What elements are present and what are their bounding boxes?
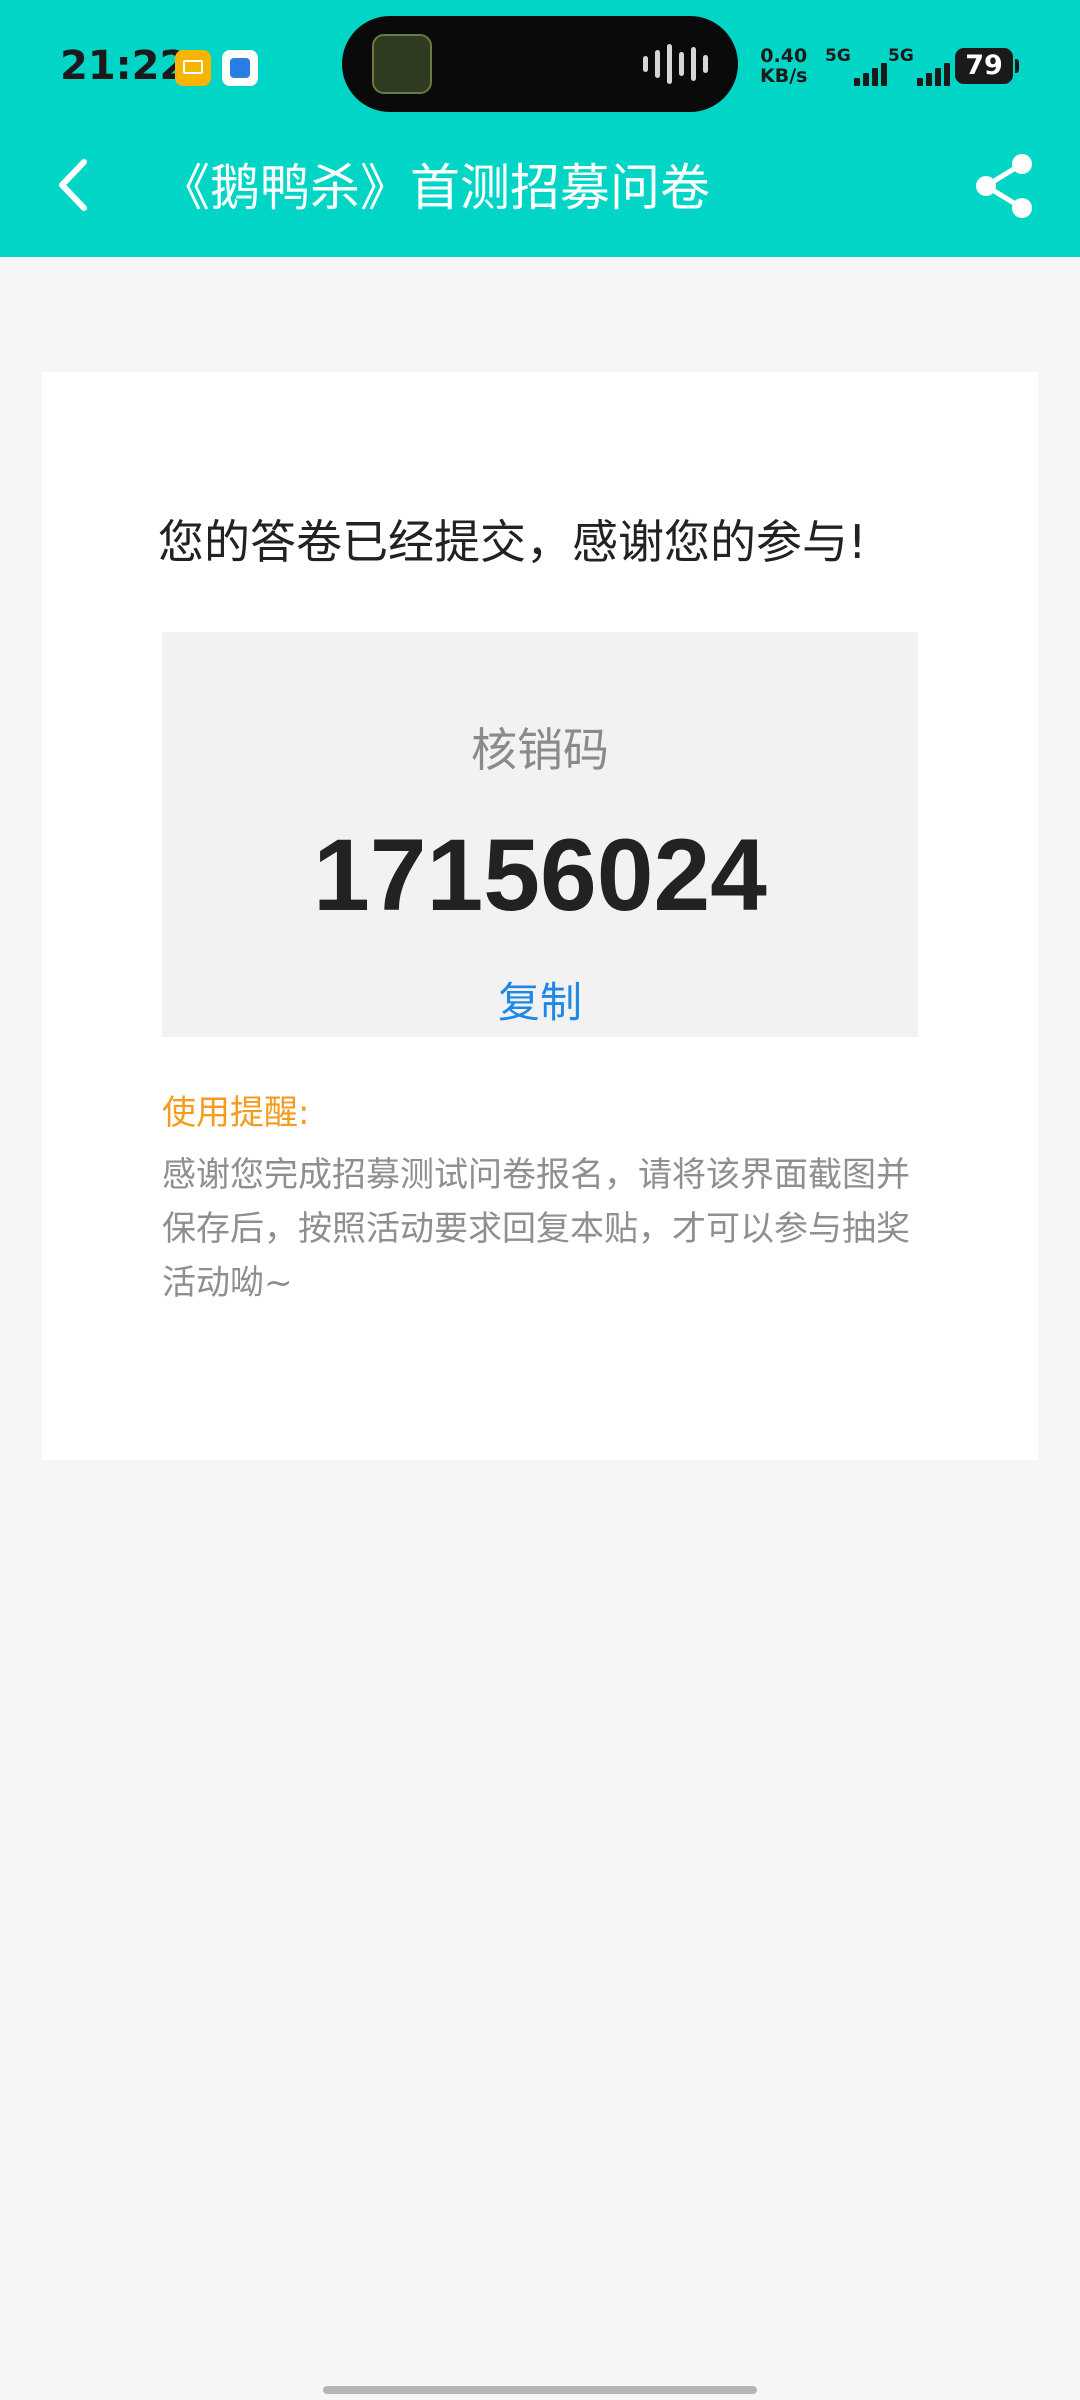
share-button[interactable]: [970, 150, 1040, 222]
submission-success-message: 您的答卷已经提交，感谢您的参与!: [158, 515, 867, 569]
sim2-signal-icon: 5G: [888, 46, 950, 86]
share-icon: [976, 154, 1032, 218]
media-thumbnail: [372, 34, 432, 94]
dynamic-island[interactable]: [342, 16, 738, 112]
status-time: 21:22: [60, 43, 188, 89]
network-speed-unit: KB/s: [760, 65, 808, 87]
app-notification-icon: [222, 50, 258, 86]
network-speed: 0.40 KB/s: [760, 46, 807, 86]
chevron-left-icon: [59, 159, 87, 211]
redemption-code-value: 17156024: [313, 818, 767, 932]
back-button[interactable]: [40, 150, 110, 220]
usage-reminder-title: 使用提醒:: [162, 1093, 310, 1133]
sim1-label: 5G: [825, 46, 851, 66]
battery-icon: 79: [955, 48, 1019, 84]
network-speed-value: 0.40: [760, 45, 808, 67]
usage-reminder-text: 感谢您完成招募测试问卷报名，请将该界面截图并保存后，按照活动要求回复本贴，才可以…: [162, 1155, 910, 1303]
sim1-signal-icon: 5G: [825, 46, 887, 86]
copy-button[interactable]: 复制: [480, 973, 600, 1033]
mail-icon: [175, 50, 211, 86]
home-indicator[interactable]: [323, 2386, 757, 2394]
sim2-label: 5G: [888, 46, 914, 66]
audio-wave-icon: [643, 44, 708, 84]
page-title: 《鹅鸭杀》首测招募问卷: [160, 159, 710, 217]
redemption-code-label: 核销码: [471, 723, 609, 777]
